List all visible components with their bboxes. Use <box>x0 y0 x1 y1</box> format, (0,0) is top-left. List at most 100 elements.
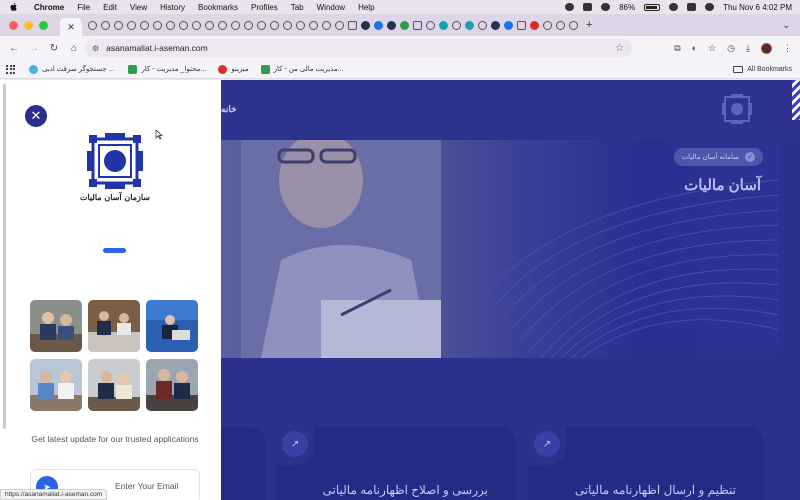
tab-favicon-icon[interactable] <box>400 20 409 30</box>
gallery-thumbnail[interactable] <box>30 300 82 352</box>
tab-favicon-icon[interactable] <box>491 20 500 30</box>
control-center-icon[interactable] <box>687 3 697 11</box>
tab-favicon-icon[interactable] <box>270 20 279 30</box>
all-bookmarks-button[interactable]: All Bookmarks <box>733 65 792 73</box>
tab-favicon-icon[interactable] <box>140 20 149 30</box>
tab-favicon-icon[interactable] <box>530 20 539 30</box>
tab-favicon-icon[interactable] <box>179 20 188 30</box>
tab-favicon-icon[interactable] <box>517 20 526 30</box>
menubar-clock[interactable]: Thu Nov 6 4:02 PM <box>723 3 792 12</box>
tab-favicon-icon[interactable] <box>387 20 396 30</box>
tab-favicon-icon[interactable] <box>322 20 331 30</box>
menu-profiles[interactable]: Profiles <box>251 3 278 12</box>
tab-favicon-icon[interactable] <box>426 20 435 30</box>
tab-favicon-icon[interactable] <box>374 20 383 30</box>
tab-favicon-icon[interactable] <box>361 20 370 30</box>
service-card[interactable]: ↗ تنظیم و ارسال اظهارنامه مالیاتی <box>528 427 764 500</box>
tab-favicon-icon[interactable] <box>556 20 565 30</box>
download-icon[interactable]: ⤓ <box>746 43 750 54</box>
tab-favicon-icon[interactable] <box>569 20 578 30</box>
tab-favicon-icon[interactable] <box>166 20 175 30</box>
menu-help[interactable]: Help <box>358 3 374 12</box>
menu-window[interactable]: Window <box>317 3 345 12</box>
address-bar[interactable]: ⚙ asanamaliat.i-aseman.com ☆ <box>84 39 632 57</box>
site-logo-icon[interactable] <box>722 94 752 124</box>
zoom-window-button[interactable] <box>39 20 48 30</box>
close-icon[interactable]: ✕ <box>25 105 47 127</box>
address-url[interactable]: asanamaliat.i-aseman.com <box>106 43 208 53</box>
tab-favicon-icon[interactable] <box>101 20 110 30</box>
bookmark-star-icon[interactable]: ☆ <box>615 43 624 54</box>
tab-favicon-icon[interactable] <box>452 20 461 30</box>
wifi-icon[interactable] <box>669 3 679 11</box>
tab-favicon-icon[interactable] <box>218 20 227 30</box>
tab-favicon-icon[interactable] <box>543 20 552 30</box>
bookmark-item[interactable]: جستجوگر سرقت ادبی ... <box>29 64 114 74</box>
bookmark-item[interactable]: محتوا_ مدیریت - کار... <box>128 64 206 74</box>
arrow-up-right-icon[interactable]: ↗ <box>282 431 308 457</box>
service-card[interactable]: ↗ بررسی و اصلاح اظهارنامه مالیاتی <box>276 427 516 500</box>
new-tab-button[interactable]: + <box>586 19 592 31</box>
extensions-icon[interactable]: ⧉ <box>674 43 680 54</box>
gallery-thumbnail[interactable] <box>88 300 140 352</box>
sidebar-scrollbar[interactable] <box>3 84 6 429</box>
back-button[interactable]: ← <box>8 42 20 54</box>
gallery-thumbnail[interactable] <box>30 359 82 411</box>
menu-edit[interactable]: Edit <box>103 3 117 12</box>
apple-icon[interactable] <box>10 2 18 12</box>
email-field[interactable] <box>115 481 199 491</box>
tab-favicon-icon[interactable] <box>478 20 487 30</box>
tab-favicon-icon[interactable] <box>257 20 266 30</box>
gallery-thumbnail[interactable] <box>146 300 198 352</box>
tab-favicon-icon[interactable] <box>244 20 253 30</box>
menu-history[interactable]: History <box>160 3 185 12</box>
tab-favicon-icon[interactable] <box>296 20 305 30</box>
nav-home-link[interactable]: خانه <box>221 104 237 115</box>
tab-favicon-icon[interactable] <box>88 20 97 30</box>
creative-cloud-icon[interactable] <box>565 3 575 11</box>
profile-avatar[interactable] <box>761 42 772 54</box>
menu-app-name[interactable]: Chrome <box>34 3 64 12</box>
apps-grid-icon[interactable] <box>6 64 15 74</box>
forward-button[interactable]: → <box>28 42 40 54</box>
reading-list-icon[interactable]: ☆ <box>708 43 716 54</box>
bookmark-item[interactable]: مدیریت مالی من - کار... <box>260 64 343 74</box>
menu-bookmarks[interactable]: Bookmarks <box>198 3 238 12</box>
tab-favicon-icon[interactable] <box>153 20 162 30</box>
record-icon[interactable] <box>601 3 611 11</box>
battery-icon[interactable] <box>644 3 661 11</box>
menu-kebab-icon[interactable]: ⋮ <box>783 43 792 54</box>
tab-favicon-icon[interactable] <box>335 20 344 30</box>
siri-icon[interactable] <box>705 3 715 11</box>
bookmark-item[interactable]: میزینو <box>218 64 249 74</box>
tab-favicon-icon[interactable] <box>283 20 292 30</box>
menu-view[interactable]: View <box>130 3 147 12</box>
tab-close-icon[interactable]: ✕ <box>67 22 75 33</box>
active-tab[interactable]: ✕ <box>60 18 82 36</box>
history-icon[interactable]: ◷ <box>727 43 735 54</box>
tab-favicon-icon[interactable] <box>504 20 513 30</box>
gallery-thumbnail[interactable] <box>88 359 140 411</box>
tab-favicon-icon[interactable] <box>192 20 201 30</box>
tab-favicon-icon[interactable] <box>439 20 448 30</box>
incognito-icon[interactable]: ◐ <box>692 43 697 53</box>
tab-favicon-icon[interactable] <box>348 20 357 30</box>
tab-favicon-icon[interactable] <box>309 20 318 30</box>
tab-search-chevron-icon[interactable]: ⌄ <box>782 20 790 31</box>
bluetooth-icon[interactable] <box>583 3 593 11</box>
tab-favicon-icon[interactable] <box>413 20 422 30</box>
tab-favicon-icon[interactable] <box>205 20 214 30</box>
tab-favicon-icon[interactable] <box>114 20 123 30</box>
menu-tab[interactable]: Tab <box>291 3 304 12</box>
reload-button[interactable]: ↻ <box>48 42 60 54</box>
close-window-button[interactable] <box>9 20 18 30</box>
tab-favicon-icon[interactable] <box>465 20 474 30</box>
home-button[interactable]: ⌂ <box>68 42 80 54</box>
site-info-icon[interactable]: ⚙ <box>92 44 99 53</box>
tab-favicon-icon[interactable] <box>231 20 240 30</box>
gallery-thumbnail[interactable] <box>146 359 198 411</box>
menu-file[interactable]: File <box>77 3 90 12</box>
minimize-window-button[interactable] <box>24 20 33 30</box>
tab-favicon-icon[interactable] <box>127 20 136 30</box>
arrow-up-right-icon[interactable]: ↗ <box>534 431 560 457</box>
